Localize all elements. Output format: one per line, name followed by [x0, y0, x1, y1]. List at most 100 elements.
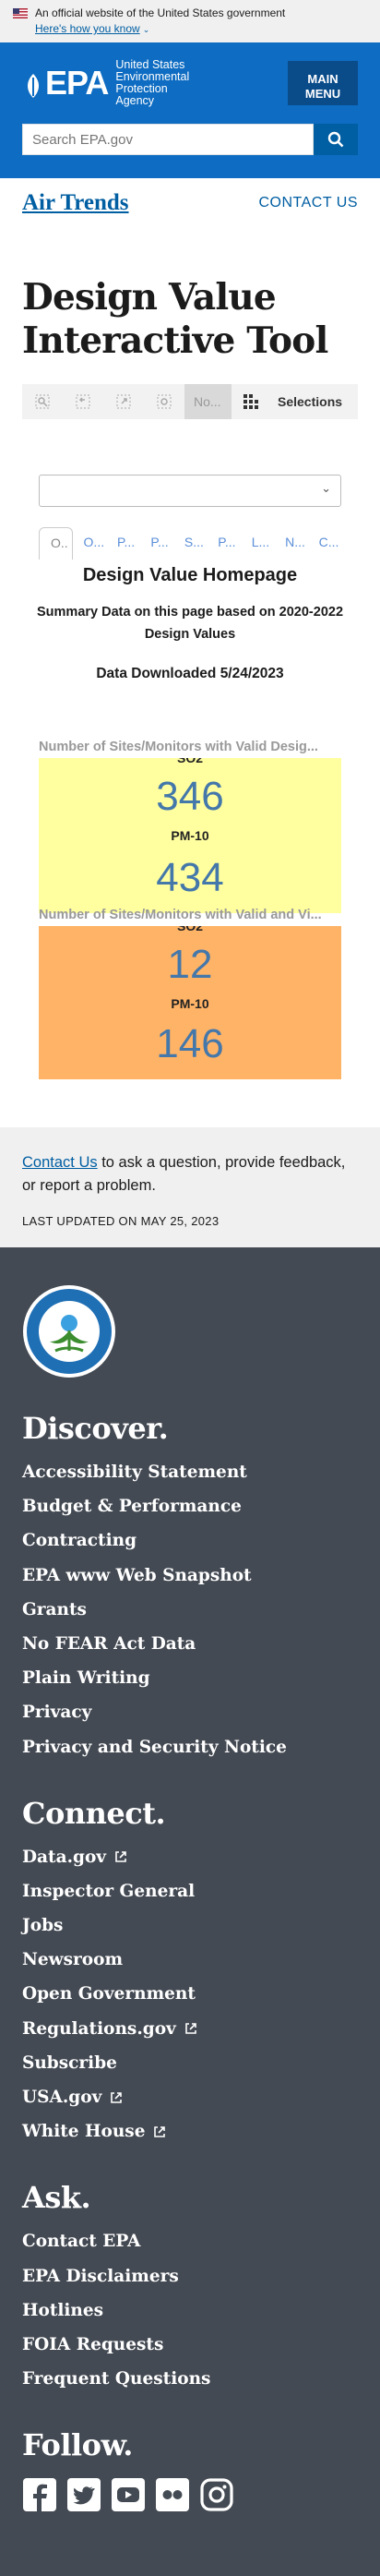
sheet-tab[interactable]: N... — [274, 527, 307, 560]
us-flag-icon — [13, 7, 28, 18]
contact-us-link[interactable]: CONTACT US — [258, 195, 358, 211]
footer-link-label: Contact EPA — [22, 2232, 141, 2252]
air-trends-link[interactable]: Air Trends — [22, 190, 129, 216]
footer-link-label: Jobs — [22, 1916, 64, 1936]
footer-link-label: EPA Disclaimers — [22, 2266, 179, 2286]
kpi-panel-violating[interactable]: SO2 12 PM-10 146 — [39, 926, 341, 1079]
sheet-dropdown[interactable]: ⌄ — [39, 475, 341, 507]
chevron-down-icon: ⌄ — [321, 481, 331, 495]
kpi-label-pm10: PM-10 — [171, 828, 209, 843]
footer-link-discover[interactable]: Contracting — [22, 1523, 358, 1558]
youtube-icon — [112, 2478, 145, 2512]
footer-link-discover[interactable]: Grants — [22, 1593, 358, 1627]
footer-heading-follow: Follow. — [22, 2427, 133, 2463]
menu-label-2: MENU — [304, 87, 341, 101]
footer-link-label: Privacy and Security Notice — [22, 1737, 287, 1757]
footer-link-discover[interactable]: Budget & Performance — [22, 1489, 358, 1523]
sheet-tab[interactable]: P... — [106, 527, 139, 560]
step-back-button[interactable] — [63, 384, 103, 419]
clear-selections-button[interactable] — [144, 384, 184, 419]
last-updated: LAST UPDATED ON MAY 25, 2023 — [22, 1214, 220, 1228]
footer-link-discover[interactable]: Plain Writing — [22, 1661, 358, 1695]
footer-link-connect[interactable]: USA.gov — [22, 2080, 358, 2114]
footer-link-connect[interactable]: Open Government — [22, 1977, 358, 2011]
twitter-link[interactable] — [66, 2477, 101, 2512]
contact-strip: Contact Us to ask a question, provide fe… — [0, 1127, 380, 1247]
sheet-tab[interactable]: O... — [73, 527, 106, 560]
search-button[interactable] — [314, 124, 358, 155]
footer-link-label: Data.gov — [22, 1847, 107, 1867]
facebook-link[interactable] — [22, 2477, 57, 2512]
site-footer: Discover. Accessibility Statement Budget … — [0, 1247, 380, 2576]
footer-link-discover[interactable]: No FEAR Act Data — [22, 1627, 358, 1661]
smart-search-button[interactable] — [22, 384, 63, 419]
instagram-link[interactable] — [199, 2477, 234, 2512]
footer-link-label: Plain Writing — [22, 1668, 150, 1689]
clear-selections-icon — [157, 394, 172, 409]
bookmark-dropdown[interactable]: No... — [184, 384, 232, 419]
flickr-link[interactable] — [155, 2477, 190, 2512]
footer-heading-ask: Ask. — [22, 2180, 91, 2216]
search-icon — [327, 131, 344, 148]
step-forward-button[interactable] — [103, 384, 144, 419]
footer-link-discover[interactable]: EPA www Web Snapshot — [22, 1559, 358, 1593]
footer-link-label: Contracting — [22, 1531, 137, 1551]
sheet-tabs: O.. O... P... P... S... P... L... N... C... — [39, 527, 341, 560]
footer-link-ask[interactable]: FOIA Requests — [22, 2328, 358, 2362]
search-input[interactable] — [22, 124, 314, 155]
epa-logo[interactable]: EPA United States Environmental Protecti… — [22, 59, 208, 107]
footer-link-ask[interactable]: EPA Disclaimers — [22, 2259, 358, 2293]
sheet-tab[interactable]: P... — [207, 527, 240, 560]
logo-text-line-3: Agency — [115, 94, 155, 107]
flickr-icon — [156, 2478, 189, 2512]
main-menu-button[interactable]: MAIN MENU — [288, 61, 358, 105]
footer-link-discover[interactable]: Privacy and Security Notice — [22, 1730, 358, 1764]
how-you-know-label: Here's how you know — [35, 22, 140, 35]
footer-link-connect[interactable]: Inspector General — [22, 1874, 358, 1908]
sheet-tab[interactable]: L... — [241, 527, 274, 560]
footer-link-label: Newsroom — [22, 1950, 124, 1970]
footer-link-label: White House — [22, 2122, 146, 2142]
footer-list-connect: Data.gov Inspector General Jobs Newsroom Ope… — [22, 1840, 358, 2149]
footer-link-connect[interactable]: White House — [22, 2114, 358, 2149]
footer-heading-discover: Discover. — [22, 1411, 169, 1446]
footer-link-discover[interactable]: Accessibility Statement — [22, 1455, 358, 1489]
footer-link-label: Inspector General — [22, 1881, 196, 1901]
footer-link-discover[interactable]: Privacy — [22, 1695, 358, 1729]
chevron-down-icon: ⌄ — [142, 25, 150, 34]
kpi-label-so2: SO2 — [176, 758, 203, 765]
logo-text-line-2: Environmental Protection — [115, 70, 190, 95]
selections-button[interactable]: Selections — [243, 393, 342, 410]
sheet-tab[interactable]: O.. — [39, 527, 73, 560]
footer-link-connect[interactable]: Subscribe — [22, 2046, 358, 2080]
footer-link-label: Subscribe — [22, 2052, 117, 2073]
footer-link-connect[interactable]: Data.gov — [22, 1840, 358, 1874]
footer-link-ask[interactable]: Frequent Questions — [22, 2362, 358, 2396]
footer-link-label: Grants — [22, 1599, 87, 1619]
footer-link-label: No FEAR Act Data — [22, 1633, 196, 1654]
summary-text: Summary Data on this page based on 2020-… — [37, 605, 344, 642]
footer-link-ask[interactable]: Hotlines — [22, 2293, 358, 2328]
sheet-tab[interactable]: P... — [139, 527, 172, 560]
kpi-value-so2: 346 — [156, 774, 224, 819]
contact-us-inline-link[interactable]: Contact Us — [22, 1154, 98, 1171]
sheet-tab[interactable]: S... — [173, 527, 207, 560]
footer-link-connect[interactable]: Jobs — [22, 1908, 358, 1943]
kpi-header: Number of Sites/Monitors with Valid Desi… — [39, 740, 318, 754]
kpi-panel-valid[interactable]: SO2 346 PM-10 434 — [39, 758, 341, 913]
footer-list-ask: Contact EPA EPA Disclaimers Hotlines FOIA R… — [22, 2224, 358, 2396]
kpi-header: Number of Sites/Monitors with Valid and … — [39, 908, 322, 922]
external-link-icon — [152, 2125, 167, 2139]
footer-link-ask[interactable]: Contact EPA — [22, 2224, 358, 2258]
sheet-tab[interactable]: C... — [308, 527, 341, 560]
footer-link-connect[interactable]: Regulations.gov — [22, 2012, 358, 2046]
youtube-link[interactable] — [111, 2477, 146, 2512]
air-trends-nav: Air Trends CONTACT US — [0, 178, 380, 228]
footer-link-connect[interactable]: Newsroom — [22, 1943, 358, 1977]
footer-link-label: Hotlines — [22, 2300, 104, 2320]
how-you-know-link[interactable]: Here's how you know ⌄ — [35, 22, 149, 35]
footer-link-label: EPA www Web Snapshot — [22, 1565, 252, 1585]
footer-link-label: Frequent Questions — [22, 2369, 211, 2389]
external-link-icon — [109, 2090, 124, 2105]
footer-link-label: Open Government — [22, 1984, 196, 2004]
